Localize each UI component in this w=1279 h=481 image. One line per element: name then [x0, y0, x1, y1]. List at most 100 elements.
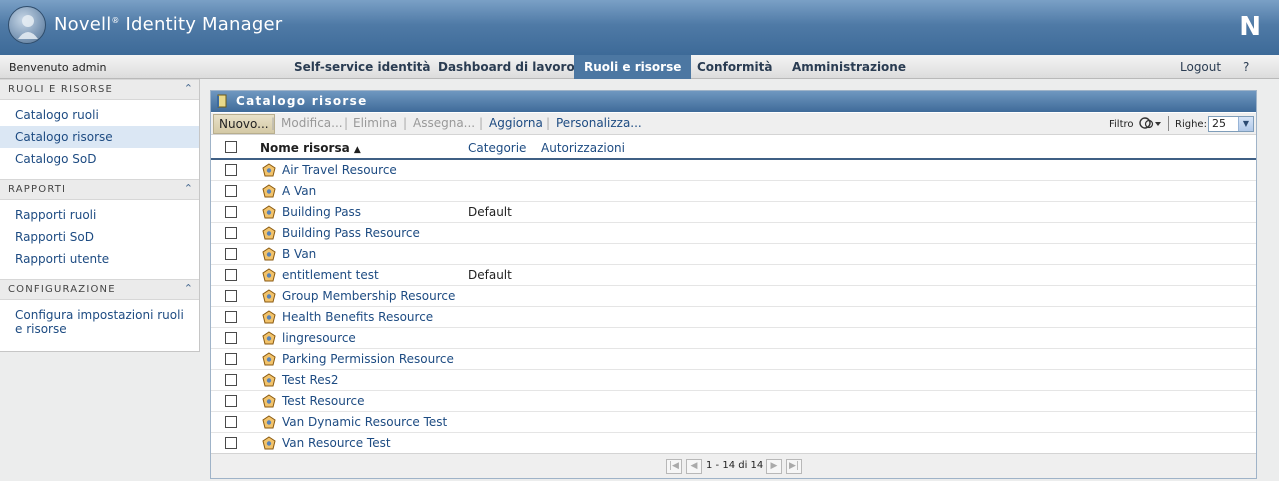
resource-name-link[interactable]: Parking Permission Resource: [282, 352, 454, 366]
resource-name-link[interactable]: entitlement test: [282, 268, 379, 282]
resource-name-link[interactable]: B Van: [282, 247, 316, 261]
row-checkbox[interactable]: [225, 290, 237, 302]
top-navbar: Benvenuto admin Self-service identità Da…: [0, 55, 1279, 79]
filter-icon[interactable]: [1137, 116, 1163, 132]
resource-name-link[interactable]: Test Res2: [282, 373, 339, 387]
row-checkbox[interactable]: [225, 311, 237, 323]
row-checkbox[interactable]: [225, 353, 237, 365]
catalog-icon: [217, 94, 227, 108]
sidebar-section-reports[interactable]: RAPPORTI ⌃: [0, 179, 199, 200]
table-row: Van Resource Test: [211, 433, 1256, 454]
resource-icon: [262, 394, 276, 408]
column-categories[interactable]: Categorie: [468, 141, 526, 155]
app-header: Novell® Identity Manager N: [0, 0, 1279, 55]
help-link[interactable]: ?: [1243, 55, 1249, 79]
resource-name-link[interactable]: Test Resource: [282, 394, 364, 408]
sidebar-item-role-reports[interactable]: Rapporti ruoli: [0, 204, 199, 226]
table-row: Group Membership Resource: [211, 286, 1256, 307]
row-checkbox[interactable]: [225, 164, 237, 176]
select-all-checkbox[interactable]: [225, 141, 237, 153]
resource-name-link[interactable]: Group Membership Resource: [282, 289, 455, 303]
row-checkbox[interactable]: [225, 206, 237, 218]
sidebar-item-role-catalog[interactable]: Catalogo ruoli: [0, 104, 199, 126]
sidebar: RUOLI E RISORSE ⌃ Catalogo ruoli Catalog…: [0, 79, 200, 352]
sidebar-section-configuration[interactable]: CONFIGURAZIONE ⌃: [0, 279, 199, 300]
table-row: Building Pass Resource: [211, 223, 1256, 244]
sidebar-item-sod-reports[interactable]: Rapporti SoD: [0, 226, 199, 248]
tab-dashboard[interactable]: Dashboard di lavoro: [428, 55, 585, 79]
resource-name-link[interactable]: Van Resource Test: [282, 436, 391, 450]
sidebar-section-title: RAPPORTI: [8, 184, 67, 195]
resource-catalog-panel: Catalogo risorse Nuovo... | Modifica... …: [210, 90, 1257, 479]
logout-link[interactable]: Logout: [1180, 55, 1221, 79]
toolbar-divider: [1168, 116, 1169, 131]
resource-icon: [262, 247, 276, 261]
rows-label: Righe:: [1175, 119, 1207, 130]
next-page-icon[interactable]: ▶: [766, 459, 782, 474]
tab-self-service[interactable]: Self-service identità: [284, 55, 441, 79]
sidebar-item-resource-catalog[interactable]: Catalogo risorse: [0, 126, 199, 148]
table-row: Air Travel Resource: [211, 160, 1256, 181]
resource-name-link[interactable]: A Van: [282, 184, 316, 198]
row-checkbox[interactable]: [225, 437, 237, 449]
delete-button[interactable]: Elimina: [353, 116, 397, 130]
toolbar-divider: |: [271, 116, 276, 130]
resource-icon: [262, 352, 276, 366]
resource-category: Default: [468, 268, 512, 282]
toolbar: Nuovo... | Modifica... | Elimina | Asseg…: [211, 113, 1256, 135]
table-row: Building Pass Default: [211, 202, 1256, 223]
resource-icon: [262, 373, 276, 387]
first-page-icon[interactable]: |◀: [666, 459, 682, 474]
resource-name-link[interactable]: Health Benefits Resource: [282, 310, 433, 324]
sidebar-section-title: CONFIGURAZIONE: [8, 284, 116, 295]
row-checkbox[interactable]: [225, 395, 237, 407]
table-row: Van Dynamic Resource Test: [211, 412, 1256, 433]
table-row: lingresource: [211, 328, 1256, 349]
row-checkbox[interactable]: [225, 416, 237, 428]
resource-icon: [262, 415, 276, 429]
refresh-button[interactable]: Aggiorna: [489, 116, 543, 130]
table-row: entitlement test Default: [211, 265, 1256, 286]
pager-text: 1 - 14 di 14: [706, 460, 764, 471]
resource-name-link[interactable]: Building Pass Resource: [282, 226, 420, 240]
assign-button[interactable]: Assegna...: [413, 116, 475, 130]
panel-title: Catalogo risorse: [236, 94, 368, 108]
sidebar-section-roles[interactable]: RUOLI E RISORSE ⌃: [0, 79, 199, 100]
resource-name-link[interactable]: Building Pass: [282, 205, 361, 219]
tab-administration[interactable]: Amministrazione: [782, 55, 916, 79]
rows-per-page-select[interactable]: 25 ▼: [1208, 116, 1254, 132]
tab-compliance[interactable]: Conformità: [687, 55, 782, 79]
table-row: Test Res2: [211, 370, 1256, 391]
new-button[interactable]: Nuovo...: [213, 114, 275, 134]
sidebar-item-sod-catalog[interactable]: Catalogo SoD: [0, 148, 199, 170]
customize-button[interactable]: Personalizza...: [556, 116, 642, 130]
row-checkbox[interactable]: [225, 248, 237, 260]
resource-name-link[interactable]: Air Travel Resource: [282, 163, 397, 177]
resource-table-body: Air Travel Resource A Van Building Pass Def…: [211, 160, 1256, 454]
chevron-down-icon[interactable]: ▼: [1238, 117, 1253, 131]
sort-asc-icon[interactable]: ▲: [354, 145, 361, 155]
collapse-icon[interactable]: ⌃: [184, 82, 193, 95]
row-checkbox[interactable]: [225, 269, 237, 281]
row-checkbox[interactable]: [225, 374, 237, 386]
column-authorizations[interactable]: Autorizzazioni: [541, 141, 625, 155]
column-name[interactable]: Nome risorsa ▲: [260, 141, 361, 155]
row-checkbox[interactable]: [225, 185, 237, 197]
tab-roles-resources[interactable]: Ruoli e risorse: [574, 55, 692, 79]
resource-name-link[interactable]: lingresource: [282, 331, 356, 345]
filter-label: Filtro: [1109, 119, 1134, 130]
table-row: Health Benefits Resource: [211, 307, 1256, 328]
prev-page-icon[interactable]: ◀: [686, 459, 702, 474]
toolbar-divider: |: [546, 116, 551, 130]
resource-name-link[interactable]: Van Dynamic Resource Test: [282, 415, 447, 429]
edit-button[interactable]: Modifica...: [281, 116, 343, 130]
collapse-icon[interactable]: ⌃: [184, 182, 193, 195]
toolbar-divider: |: [479, 116, 484, 130]
sidebar-item-configure-settings[interactable]: Configura impostazioni ruoli e risorse: [0, 304, 190, 342]
sidebar-item-user-reports[interactable]: Rapporti utente: [0, 248, 199, 270]
row-checkbox[interactable]: [225, 227, 237, 239]
last-page-icon[interactable]: ▶|: [786, 459, 802, 474]
collapse-icon[interactable]: ⌃: [184, 282, 193, 295]
row-checkbox[interactable]: [225, 332, 237, 344]
resource-icon: [262, 331, 276, 345]
